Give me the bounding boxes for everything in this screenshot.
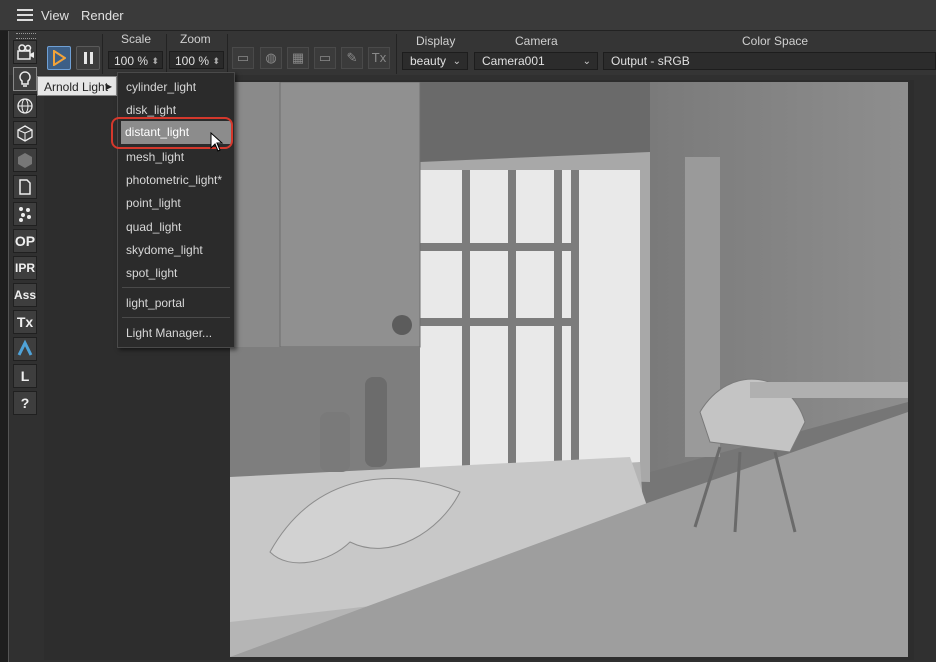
menu-item-disk-light[interactable]: disk_light xyxy=(126,103,176,117)
menu-item-mesh-light[interactable]: mesh_light xyxy=(126,150,184,164)
menu-item-quad-light[interactable]: quad_light xyxy=(126,220,181,234)
toolbar-grip[interactable] xyxy=(16,33,36,39)
light-type-menu: cylinder_light disk_light quad_light mes… xyxy=(117,72,235,348)
pause-render-button[interactable] xyxy=(76,46,100,70)
tx-tool[interactable]: Tx xyxy=(13,310,37,334)
left-edge-panel xyxy=(0,0,9,662)
hexagon-icon xyxy=(18,153,32,168)
color-space-dropdown[interactable]: Output - sRGB xyxy=(603,52,936,70)
zoom-value: 100 % xyxy=(175,54,210,68)
dots-icon xyxy=(19,207,31,222)
arnold-light-text: Arnold Light xyxy=(44,80,109,94)
spinner-icon[interactable]: ⬍ xyxy=(212,52,220,70)
play-render-button[interactable] xyxy=(47,46,71,70)
op-tool[interactable]: OP xyxy=(13,229,37,253)
menu-item-light-portal[interactable]: light_portal xyxy=(126,296,185,310)
play-icon xyxy=(53,50,66,66)
l-tool[interactable]: L xyxy=(13,364,37,388)
sky-tool-icon[interactable] xyxy=(13,94,37,118)
document-tool-icon[interactable] xyxy=(13,175,37,199)
arnold-light-submenu-label[interactable]: Arnold Light ▶ xyxy=(37,76,117,96)
menu-item-point-light[interactable]: point_light xyxy=(126,196,181,210)
render-image xyxy=(230,82,908,657)
menu-view[interactable]: View xyxy=(41,8,69,23)
globe-icon[interactable]: ◍ xyxy=(260,47,282,69)
cube-icon xyxy=(17,125,33,142)
globe-icon xyxy=(17,98,33,114)
monitor-icon[interactable]: ▭ xyxy=(232,47,254,69)
submenu-arrow-icon: ▶ xyxy=(105,82,112,91)
menu-item-spot-light[interactable]: spot_light xyxy=(126,266,177,280)
layout-icon[interactable]: ▦ xyxy=(287,47,309,69)
camera-tool-icon[interactable] xyxy=(13,40,37,64)
particles-tool-icon[interactable] xyxy=(13,202,37,226)
menu-bar xyxy=(0,0,936,31)
zoom-field[interactable]: 100 % ⬍ xyxy=(169,51,224,69)
cube-tool-icon[interactable] xyxy=(13,121,37,145)
pause-icon-bar xyxy=(90,52,93,64)
camera-icon xyxy=(17,44,34,60)
scale-value: 100 % xyxy=(114,54,149,68)
chevron-down-icon: ⌄ xyxy=(582,56,591,67)
display-value: beauty xyxy=(410,54,447,68)
ass-tool[interactable]: Ass xyxy=(13,283,37,307)
hamburger-icon[interactable] xyxy=(17,9,33,21)
chevron-down-icon: ⌄ xyxy=(452,56,461,67)
color-space-label: Color Space xyxy=(742,34,809,48)
spinner-icon[interactable]: ⬍ xyxy=(151,52,159,70)
rectangle-icon[interactable]: ▭ xyxy=(314,47,336,69)
display-label: Display xyxy=(416,34,456,48)
toolbar-separator xyxy=(227,34,228,74)
camera-dropdown[interactable]: Camera001 ⌄ xyxy=(474,52,598,70)
mouse-cursor-icon xyxy=(210,132,224,152)
menu-divider xyxy=(122,287,230,288)
arnold-tool-icon[interactable] xyxy=(13,337,37,361)
help-tool[interactable]: ? xyxy=(13,391,37,415)
ipr-tool[interactable]: IPR xyxy=(13,256,37,280)
camera-value: Camera001 xyxy=(482,54,545,68)
menu-item-photometric-light[interactable]: photometric_light* xyxy=(126,173,222,187)
menu-render[interactable]: Render xyxy=(81,8,124,23)
scale-field[interactable]: 100 % ⬍ xyxy=(108,51,163,69)
sphere-tool-icon[interactable] xyxy=(13,148,37,172)
tx-icon[interactable]: Tx xyxy=(368,47,390,69)
arnold-logo-icon xyxy=(17,339,33,356)
zoom-label: Zoom xyxy=(180,32,211,46)
brush-icon[interactable]: ✎ xyxy=(341,47,363,69)
pause-icon xyxy=(84,52,87,64)
scale-label: Scale xyxy=(121,32,152,46)
document-icon xyxy=(19,179,31,195)
display-dropdown[interactable]: beauty ⌄ xyxy=(402,52,468,70)
toolbar-separator xyxy=(102,34,103,74)
menu-item-light-manager[interactable]: Light Manager... xyxy=(126,326,212,340)
camera-label: Camera xyxy=(515,34,558,48)
toolbar-separator xyxy=(396,34,397,74)
bulb-icon xyxy=(19,71,31,87)
render-viewport[interactable] xyxy=(230,82,908,657)
menu-item-skydome-light[interactable]: skydome_light xyxy=(126,243,203,257)
menu-item-cylinder-light[interactable]: cylinder_light xyxy=(126,80,196,94)
color-space-value: Output - sRGB xyxy=(611,54,690,68)
menu-divider xyxy=(122,317,230,318)
light-tool-icon[interactable] xyxy=(13,67,37,91)
toolbar-separator xyxy=(166,34,167,74)
